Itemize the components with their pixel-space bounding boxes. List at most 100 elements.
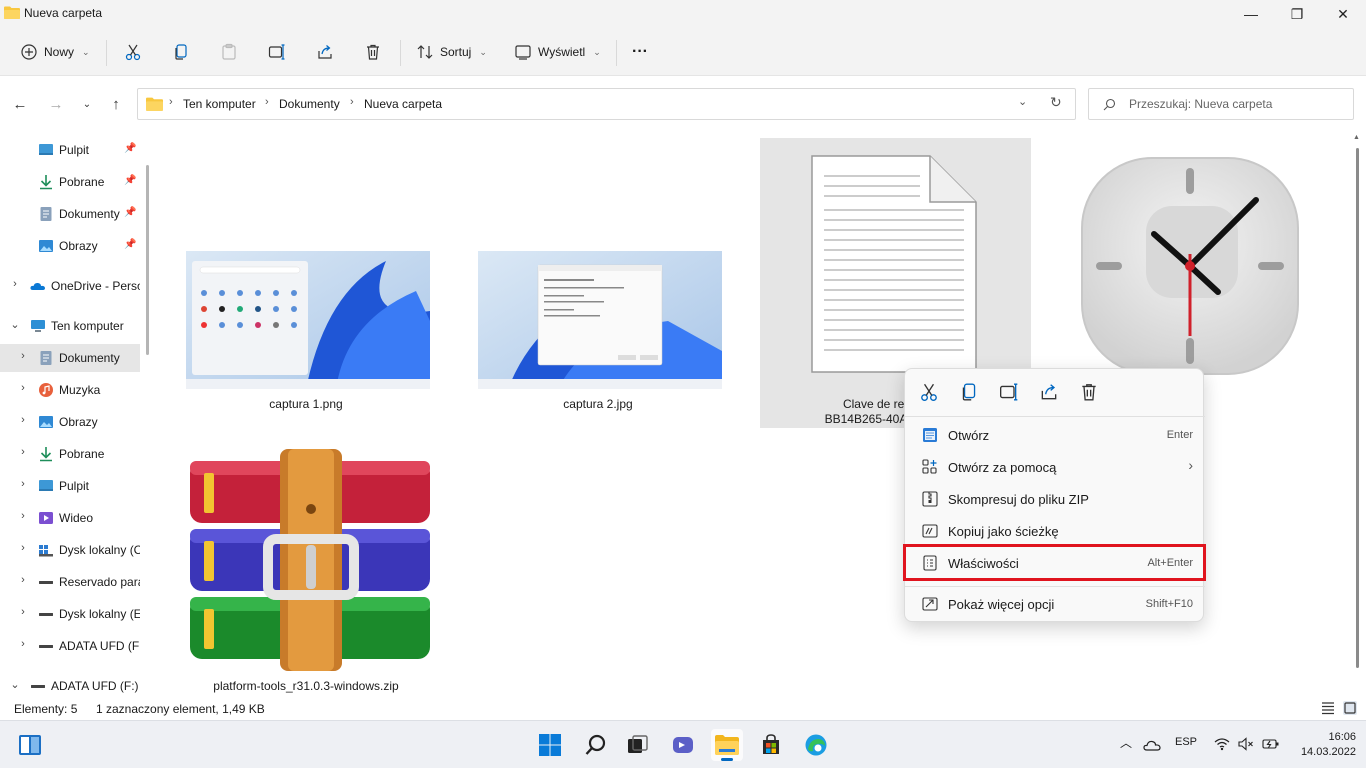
expand-chevron-icon[interactable]: ›	[18, 542, 28, 554]
expand-chevron-icon[interactable]: ›	[18, 446, 28, 458]
sidebar-item-onedrive[interactable]: › OneDrive - Perso	[0, 272, 140, 300]
battery-charging-icon[interactable]	[1262, 737, 1280, 751]
toolbar-divider	[106, 40, 107, 66]
menu-item-compress-zip[interactable]: Skompresuj do pliku ZIP	[909, 483, 1201, 515]
expand-chevron-icon[interactable]: ›	[18, 638, 28, 650]
delete-button[interactable]	[364, 36, 382, 68]
breadcrumb-documents[interactable]: Dokumenty	[279, 97, 340, 111]
onedrive-icon	[30, 282, 45, 290]
sidebar-item-usb-drive[interactable]: › ADATA UFD (F:)	[0, 632, 140, 660]
collapse-chevron-icon[interactable]: ⌄	[10, 678, 20, 691]
sidebar-item-documents-pinned[interactable]: Dokumenty 📌	[0, 200, 140, 228]
sidebar-item-pictures-pinned[interactable]: Obrazy 📌	[0, 232, 140, 260]
content-scrollbar[interactable]	[1356, 148, 1359, 668]
sidebar-item-usb-drive-root[interactable]: ⌄ ADATA UFD (F:)	[0, 672, 140, 697]
expand-chevron-icon[interactable]: ›	[18, 350, 28, 362]
close-button[interactable]: ✕	[1320, 0, 1366, 28]
delete-icon[interactable]	[1079, 382, 1099, 402]
menu-item-copy-as-path[interactable]: Kopiuj jako ścieżkę	[909, 515, 1201, 547]
share-icon[interactable]	[1039, 382, 1059, 402]
address-bar[interactable]: › Ten komputer › Dokumenty › Nueva carpe…	[137, 88, 1076, 120]
file-tile[interactable]: captura 2.jpg	[468, 241, 728, 411]
recent-locations-chevron-icon[interactable]: ⌄	[77, 94, 97, 114]
sidebar-item-desktop[interactable]: › Pulpit	[0, 472, 140, 500]
view-button[interactable]: Wyświetl ⌄	[514, 36, 601, 68]
sidebar-item-drive-e[interactable]: › Dysk lokalny (E	[0, 600, 140, 628]
up-arrow-icon[interactable]: ↑	[106, 94, 126, 114]
cut-icon[interactable]	[919, 382, 939, 402]
pin-icon: 📌	[124, 143, 137, 154]
usb-drive-icon	[39, 645, 53, 648]
navigation-scrollbar[interactable]	[146, 165, 149, 355]
teams-chat-button[interactable]	[667, 729, 699, 761]
folder-icon	[146, 97, 163, 111]
rename-button[interactable]	[268, 36, 286, 68]
large-icons-view-icon[interactable]	[1343, 701, 1357, 715]
back-arrow-icon[interactable]: ←	[10, 94, 30, 114]
sidebar-item-documents[interactable]: › Dokumenty	[0, 344, 140, 372]
sidebar-item-videos[interactable]: › Wideo	[0, 504, 140, 532]
file-tile[interactable]: captura 1.png	[176, 241, 436, 411]
onedrive-icon[interactable]	[1143, 738, 1161, 752]
sidebar-item-this-pc[interactable]: ⌄ Ten komputer	[0, 312, 140, 340]
edge-button[interactable]	[800, 729, 832, 761]
address-dropdown-chevron-icon[interactable]: ⌄	[1018, 95, 1027, 108]
share-button[interactable]	[316, 36, 334, 68]
language-indicator[interactable]: ESP	[1175, 736, 1197, 748]
search-taskbar-button[interactable]	[580, 729, 612, 761]
menu-item-open[interactable]: Otwórz Enter	[909, 419, 1201, 451]
selection-info: 1 zaznaczony element, 1,49 KB	[96, 702, 265, 716]
expand-chevron-icon[interactable]: ›	[18, 606, 28, 618]
paste-button[interactable]	[220, 36, 238, 68]
file-explorer-taskbar-button[interactable]	[711, 729, 743, 761]
sidebar-item-music[interactable]: › Muzyka	[0, 376, 140, 404]
minimize-button[interactable]: —	[1228, 0, 1274, 28]
clock[interactable]: 16:06 14.03.2022	[1296, 730, 1356, 760]
sidebar-item-drive-c[interactable]: › Dysk lokalny (C	[0, 536, 140, 564]
new-button[interactable]: Nowy ⌄	[20, 36, 90, 68]
rename-icon[interactable]	[999, 382, 1019, 402]
forward-arrow-icon[interactable]: →	[46, 94, 66, 114]
scroll-up-arrow-icon[interactable]: ▲	[1353, 134, 1360, 141]
menu-item-open-with[interactable]: Otwórz za pomocą ›	[909, 451, 1201, 483]
menu-item-show-more-options[interactable]: Pokaż więcej opcji Shift+F10	[909, 588, 1201, 620]
file-tile[interactable]: platform-tools_r31.0.3-windows.zip	[176, 441, 436, 697]
drive-icon	[39, 613, 53, 616]
expand-chevron-icon[interactable]: ›	[18, 382, 28, 394]
paste-icon	[222, 43, 236, 60]
copy-button[interactable]	[172, 36, 190, 68]
wifi-icon[interactable]	[1214, 737, 1230, 751]
refresh-icon[interactable]: ↻	[1050, 94, 1062, 111]
store-button[interactable]	[755, 729, 787, 761]
task-view-button[interactable]	[622, 729, 654, 761]
more-options-button[interactable]: ···	[632, 36, 648, 68]
show-hidden-icons-chevron-icon[interactable]: ︿	[1120, 734, 1132, 751]
search-icon	[1103, 98, 1116, 111]
expand-chevron-icon[interactable]: ›	[18, 574, 28, 586]
expand-chevron-icon[interactable]: ›	[18, 414, 28, 426]
speaker-muted-icon[interactable]	[1238, 737, 1254, 751]
sidebar-item-downloads-pinned[interactable]: Pobrane 📌	[0, 168, 140, 196]
copy-icon[interactable]	[959, 382, 979, 402]
details-view-icon[interactable]	[1321, 701, 1335, 715]
widgets-button[interactable]	[14, 729, 46, 761]
collapse-chevron-icon[interactable]: ⌄	[10, 318, 20, 331]
breadcrumb-separator-icon: ›	[169, 96, 173, 108]
expand-chevron-icon[interactable]: ›	[10, 278, 20, 290]
pictures-icon	[39, 416, 53, 428]
documents-icon	[40, 207, 52, 221]
sidebar-item-desktop-pinned[interactable]: Pulpit 📌	[0, 136, 140, 164]
sidebar-item-downloads[interactable]: › Pobrane	[0, 440, 140, 468]
sort-button[interactable]: Sortuj ⌄	[416, 36, 487, 68]
pictures-icon	[39, 240, 53, 252]
sidebar-item-pictures[interactable]: › Obrazy	[0, 408, 140, 436]
maximize-button[interactable]: ❐	[1274, 0, 1320, 28]
search-input[interactable]: Przeszukaj: Nueva carpeta	[1088, 88, 1354, 120]
start-button[interactable]	[534, 729, 566, 761]
breadcrumb-current-folder[interactable]: Nueva carpeta	[364, 97, 442, 111]
expand-chevron-icon[interactable]: ›	[18, 510, 28, 522]
cut-button[interactable]	[124, 36, 142, 68]
breadcrumb-this-pc[interactable]: Ten komputer	[183, 97, 256, 111]
sidebar-item-reserved-drive[interactable]: › Reservado para	[0, 568, 140, 596]
expand-chevron-icon[interactable]: ›	[18, 478, 28, 490]
